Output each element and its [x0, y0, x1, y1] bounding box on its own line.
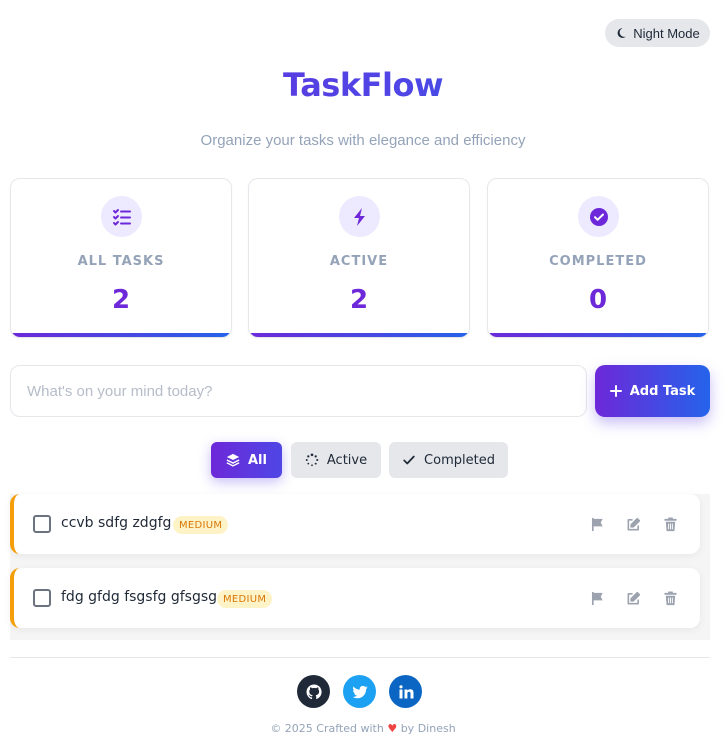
twitter-icon[interactable] [343, 675, 376, 708]
flag-icon[interactable] [588, 589, 606, 607]
stat-accent-bar [11, 333, 231, 337]
night-mode-button[interactable]: Night Mode [605, 19, 710, 47]
footer-credit: © 2025 Crafted with ♥ by Dinesh [0, 722, 726, 735]
stat-label: ACTIVE [329, 254, 389, 269]
filter-all-button[interactable]: All [211, 442, 282, 478]
task-checkbox[interactable] [33, 515, 51, 533]
task-input[interactable] [10, 365, 587, 417]
spinner-icon [305, 453, 319, 467]
stat-card-active: ACTIVE 2 [248, 178, 470, 338]
filter-active-button[interactable]: Active [291, 442, 381, 478]
stat-label: COMPLETED [549, 254, 647, 269]
priority-badge: MEDIUM [217, 590, 273, 608]
filter-completed-button[interactable]: Completed [389, 442, 508, 478]
github-icon[interactable] [297, 675, 330, 708]
stat-value: 2 [111, 285, 131, 315]
add-task-label: Add Task [629, 383, 696, 399]
check-icon [402, 453, 416, 467]
trash-icon[interactable] [661, 515, 679, 533]
trash-icon[interactable] [661, 589, 679, 607]
filter-label: Active [326, 452, 368, 468]
task-item: fdg gfdg fsgsfg gfsgsg MEDIUM [10, 568, 700, 628]
stat-card-completed: COMPLETED 0 [487, 178, 709, 338]
app-subtitle: Organize your tasks with elegance and ef… [200, 132, 526, 149]
stat-label: ALL TASKS [77, 254, 165, 269]
stat-accent-bar [488, 333, 708, 337]
task-text: fdg gfdg fsgsfg gfsgsg [61, 589, 218, 605]
moon-icon [615, 27, 627, 39]
edit-icon[interactable] [624, 589, 642, 607]
stat-value: 0 [588, 285, 608, 315]
night-mode-label: Night Mode [633, 25, 700, 41]
priority-badge: MEDIUM [173, 516, 229, 534]
footer-prefix: © 2025 Crafted with [270, 722, 384, 735]
task-text: ccvb sdfg zdgfg [61, 515, 172, 531]
task-item: ccvb sdfg zdgfg MEDIUM [10, 494, 700, 554]
filter-label: All [248, 452, 267, 468]
flag-icon[interactable] [588, 515, 606, 533]
stat-card-all: ALL TASKS 2 [10, 178, 232, 338]
filter-label: Completed [424, 452, 495, 468]
plus-icon [609, 385, 622, 397]
edit-icon[interactable] [624, 515, 642, 533]
task-checkbox[interactable] [33, 589, 51, 607]
stat-accent-bar [249, 333, 469, 337]
heart-icon: ♥ [387, 722, 398, 735]
add-task-button[interactable]: Add Task [595, 365, 710, 417]
footer-suffix: by Dinesh [400, 722, 456, 735]
layers-icon [226, 453, 240, 467]
check-circle-icon [578, 196, 619, 237]
list-check-icon [101, 196, 142, 237]
stat-value: 2 [349, 285, 369, 315]
bolt-icon [339, 196, 380, 237]
linkedin-icon[interactable] [389, 675, 422, 708]
app-title: TaskFlow [0, 66, 726, 104]
footer-divider [10, 657, 710, 658]
